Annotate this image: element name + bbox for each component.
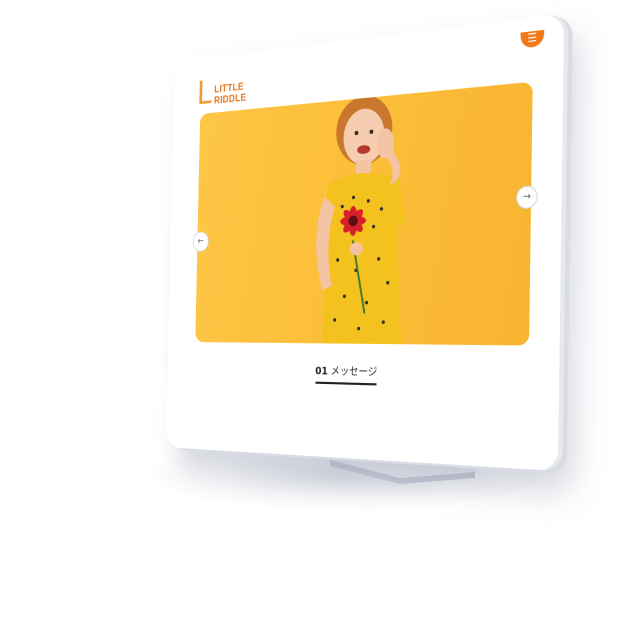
browser-viewport: L LITTLE RIDDLE ☰ ← → 01 メッセージ bbox=[172, 24, 552, 461]
logo-wordmark: LITTLE RIDDLE bbox=[214, 81, 247, 107]
hero-slider: ← → bbox=[195, 82, 532, 346]
menu-button[interactable]: ☰ bbox=[520, 30, 544, 49]
hero-image bbox=[295, 92, 430, 345]
scene: L LITTLE RIDDLE ☰ ← → 01 メッセージ bbox=[0, 0, 640, 640]
slider-next-button[interactable]: → bbox=[516, 185, 538, 209]
arrow-right-icon: → bbox=[523, 191, 531, 203]
section-number: 01 bbox=[315, 366, 328, 378]
monitor: L LITTLE RIDDLE ☰ ← → 01 メッセージ bbox=[166, 14, 564, 472]
logo-mark: L bbox=[197, 77, 213, 109]
arrow-left-icon: ← bbox=[198, 237, 204, 247]
hamburger-icon: ☰ bbox=[527, 33, 537, 46]
logo-text-line2: RIDDLE bbox=[214, 92, 246, 106]
site-logo[interactable]: L LITTLE RIDDLE bbox=[197, 73, 247, 108]
section-heading: 01 メッセージ bbox=[174, 356, 549, 391]
hero-slide bbox=[195, 82, 532, 346]
section-title: メッセージ bbox=[331, 362, 378, 379]
section-heading-text: 01 メッセージ bbox=[315, 361, 377, 385]
